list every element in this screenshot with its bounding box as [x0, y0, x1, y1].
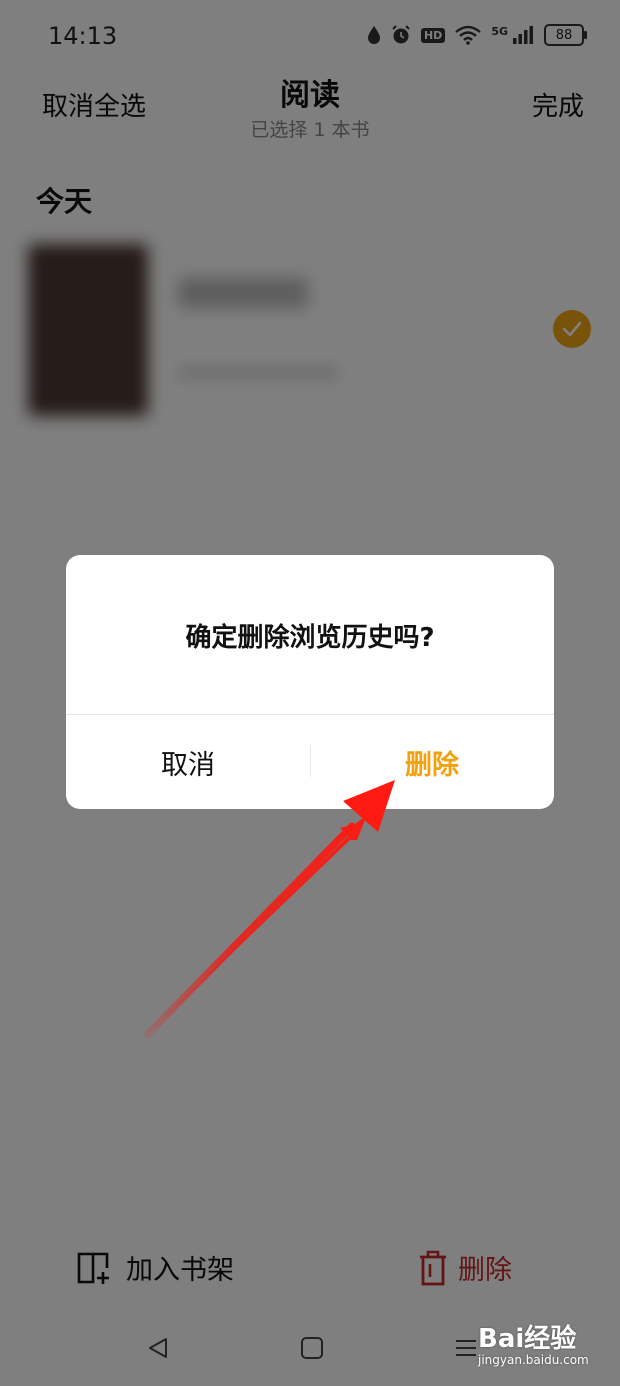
- watermark-logo: Bai经验: [478, 1324, 577, 1354]
- confirm-delete-dialog: 确定删除浏览历史吗? 取消 删除: [66, 555, 554, 809]
- watermark-url: jingyan.baidu.com: [478, 1353, 589, 1367]
- baidu-jingyan-watermark: Bai经验 jingyan.baidu.com: [478, 1318, 589, 1367]
- reading-history-page: 14:13 HD 5G 88 取消全选 阅读 已选择 1 本书 完成 今天 加入…: [0, 0, 620, 1386]
- dialog-delete-button[interactable]: 删除: [310, 715, 554, 809]
- dialog-cancel-button[interactable]: 取消: [66, 715, 310, 809]
- dialog-message: 确定删除浏览历史吗?: [185, 623, 435, 653]
